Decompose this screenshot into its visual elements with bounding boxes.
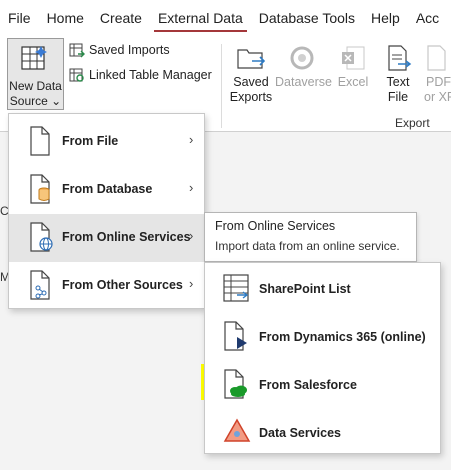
tab-help[interactable]: Help <box>363 0 408 36</box>
linked-table-manager-button[interactable]: Linked Table Manager <box>69 67 212 83</box>
tab-file[interactable]: File <box>0 0 39 36</box>
online-services-submenu: SharePoint List From Dynamics 365 (onlin… <box>204 262 441 454</box>
tab-home[interactable]: Home <box>39 0 92 36</box>
other-sources-icon <box>29 270 51 303</box>
file-icon <box>29 126 51 159</box>
chevron-right-icon: › <box>189 132 194 147</box>
menu-item-from-database[interactable]: From Database › <box>9 166 204 214</box>
text-file-icon <box>388 45 412 71</box>
dynamics-365-icon <box>223 321 251 354</box>
tab-acc-partial[interactable]: Acc <box>408 0 447 36</box>
tab-create[interactable]: Create <box>92 0 150 36</box>
chevron-right-icon: › <box>189 276 194 291</box>
saved-exports-icon <box>237 49 266 69</box>
dataverse-icon <box>290 46 314 70</box>
pdf-icon <box>427 45 446 71</box>
tab-database-tools[interactable]: Database Tools <box>251 0 363 36</box>
saved-imports-button[interactable]: Saved Imports <box>69 42 170 58</box>
excel-icon <box>342 46 365 70</box>
tooltip-title: From Online Services <box>215 219 336 233</box>
submenu-item-sharepoint-list[interactable]: SharePoint List <box>205 265 440 313</box>
linked-table-icon <box>69 68 84 82</box>
saved-exports-button[interactable]: Saved Exports <box>227 44 275 105</box>
pdf-xps-button[interactable]: PDF or XP <box>420 44 451 105</box>
submenu-item-dynamics-365[interactable]: From Dynamics 365 (online) <box>205 313 440 361</box>
menu-item-from-online-services[interactable]: From Online Services › <box>9 214 204 262</box>
ribbon-separator <box>221 44 222 128</box>
new-data-source-menu: From File › From Database › From Online … <box>8 113 205 309</box>
data-services-icon <box>223 417 251 448</box>
submenu-item-salesforce[interactable]: From Salesforce <box>205 361 440 409</box>
export-group-label: Export <box>395 116 430 130</box>
new-data-source-button[interactable]: New Data Source ⌄ <box>7 38 64 110</box>
new-data-source-label: New Data Source ⌄ <box>9 79 62 108</box>
dataverse-button[interactable]: Dataverse <box>275 44 332 90</box>
database-file-icon <box>29 174 51 207</box>
online-services-icon <box>29 222 55 255</box>
salesforce-icon <box>223 369 253 402</box>
text-file-button[interactable]: Text File <box>374 44 422 105</box>
tooltip-description: Import data from an online service. <box>215 239 400 253</box>
chevron-right-icon: › <box>189 180 194 195</box>
tab-external-data[interactable]: External Data <box>150 0 251 36</box>
online-services-tooltip: From Online Services Import data from an… <box>204 212 417 262</box>
chevron-right-icon: › <box>189 228 194 243</box>
sharepoint-list-icon <box>223 273 251 306</box>
menu-item-from-file[interactable]: From File › <box>9 118 204 166</box>
navigation-pane-edge: C M <box>0 132 10 470</box>
chevron-down-icon: ⌄ <box>51 94 62 108</box>
excel-button[interactable]: Excel <box>329 44 377 90</box>
new-data-source-icon <box>21 44 51 77</box>
menu-item-from-other-sources[interactable]: From Other Sources › <box>9 262 204 310</box>
submenu-item-data-services[interactable]: Data Services <box>205 409 440 457</box>
menu-bar: File Home Create External Data Database … <box>0 0 451 36</box>
saved-imports-icon <box>69 43 85 58</box>
